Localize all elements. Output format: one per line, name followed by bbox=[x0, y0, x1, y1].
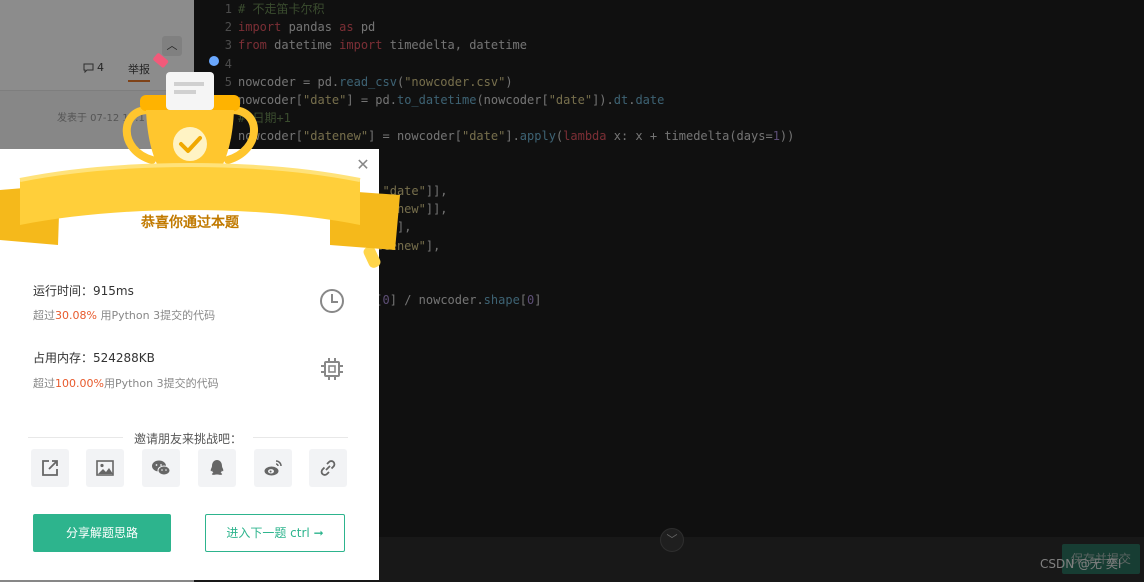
next-question-label: 进入下一题 ctrl bbox=[226, 526, 310, 540]
trophy-illustration bbox=[0, 53, 400, 268]
runtime-percent: 30.08% bbox=[55, 309, 97, 322]
congrats-title: 恭喜你通过本题 bbox=[141, 215, 239, 231]
share-qq-button[interactable] bbox=[198, 449, 236, 487]
wechat-icon bbox=[152, 460, 171, 476]
confetti-blue bbox=[209, 56, 219, 66]
invite-text: 邀请朋友来挑战吧： bbox=[133, 432, 242, 446]
qq-icon bbox=[210, 460, 224, 475]
memory-comparison: 超过100.00%用Python 3提交的代码 bbox=[33, 377, 219, 390]
arrow-right-icon: ➞ bbox=[313, 526, 324, 540]
link-icon bbox=[320, 460, 336, 476]
chip-icon bbox=[321, 358, 343, 380]
external-link-icon bbox=[42, 460, 58, 476]
share-external-button[interactable] bbox=[31, 449, 69, 487]
trophy-medal bbox=[173, 127, 207, 161]
share-weibo-button[interactable] bbox=[254, 449, 292, 487]
next-question-button[interactable]: 进入下一题 ctrl ➞ bbox=[205, 514, 345, 552]
confetti-pink bbox=[153, 53, 169, 68]
runtime-comparison: 超过30.08% 用Python 3提交的代码 bbox=[33, 309, 216, 322]
invite-divider: 邀请朋友来挑战吧： bbox=[28, 430, 348, 446]
share-solution-button[interactable]: 分享解题思路 bbox=[33, 514, 171, 552]
memory-percent: 100.00% bbox=[55, 377, 104, 390]
share-image-button[interactable] bbox=[86, 449, 124, 487]
memory-label: 占用内存：524288KB bbox=[33, 351, 155, 365]
image-icon bbox=[96, 460, 114, 476]
weibo-icon bbox=[264, 460, 282, 476]
clock-icon bbox=[320, 289, 344, 313]
copy-link-button[interactable] bbox=[309, 449, 347, 487]
share-wechat-button[interactable] bbox=[142, 449, 180, 487]
